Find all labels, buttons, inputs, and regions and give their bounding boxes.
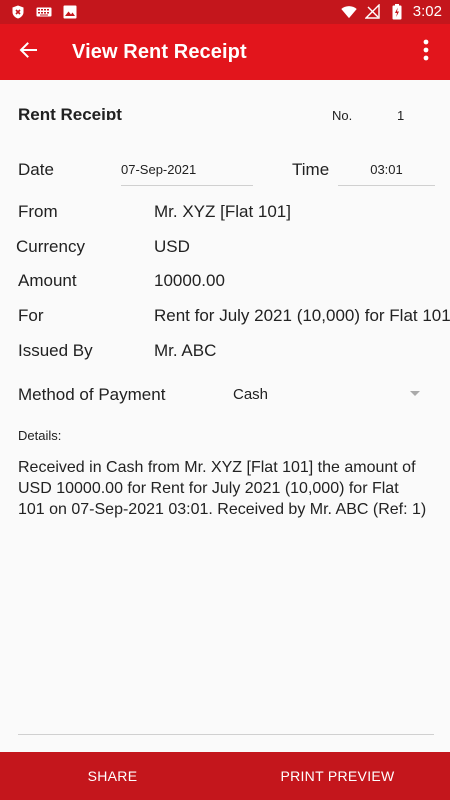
receipt-no-label: No.	[332, 108, 353, 123]
time-label: Time	[292, 160, 330, 179]
status-time: 3:02	[412, 3, 442, 20]
time-field[interactable]: 03:01	[338, 162, 435, 186]
date-label: Date	[18, 160, 54, 179]
payment-method-dropdown[interactable]: Cash	[233, 386, 268, 403]
issued-by-value: Mr. ABC	[154, 341, 217, 360]
details-text: Received in Cash from Mr. XYZ [Flat 101]…	[18, 459, 427, 518]
date-field[interactable]: 07-Sep-2021	[121, 162, 253, 186]
share-button[interactable]: SHARE	[0, 752, 225, 800]
no-signal-icon	[365, 4, 381, 20]
back-button[interactable]	[12, 36, 44, 68]
wifi-icon	[341, 4, 357, 20]
keyboard-icon	[36, 4, 52, 20]
more-vert-icon	[423, 39, 429, 66]
overflow-menu-button[interactable]	[414, 36, 438, 68]
details-label: Details:	[18, 428, 62, 443]
app-bar: View Rent Receipt	[0, 24, 450, 80]
from-value: Mr. XYZ [Flat 101]	[154, 202, 291, 221]
payment-method-label: Method of Payment	[18, 385, 166, 404]
arrow-back-icon	[19, 41, 37, 64]
receipt-content[interactable]: Rent Receipt No. 1 Date 07-Sep-2021 Time…	[0, 80, 450, 752]
issued-by-label: Issued By	[18, 341, 93, 360]
bottom-action-bar: SHARE PRINT PREVIEW	[0, 752, 450, 800]
status-notifications	[10, 4, 78, 20]
status-system: 3:02	[341, 3, 442, 20]
divider	[18, 734, 434, 735]
page-title: View Rent Receipt	[72, 41, 247, 63]
from-label: From	[18, 202, 58, 221]
battery-icon	[389, 3, 405, 20]
status-bar: 3:02	[0, 0, 450, 24]
currency-value: USD	[154, 237, 190, 256]
image-icon	[62, 4, 78, 20]
shield-icon	[10, 4, 26, 20]
amount-label: Amount	[18, 271, 77, 290]
for-value: Rent for July 2021 (10,000) for Flat 101	[154, 306, 450, 325]
receipt-no-value: 1	[397, 108, 405, 123]
receipt-heading: Rent Receipt	[18, 106, 122, 120]
dropdown-arrow-icon[interactable]	[410, 391, 420, 396]
print-preview-button[interactable]: PRINT PREVIEW	[225, 752, 450, 800]
for-label: For	[18, 306, 44, 325]
currency-label: Currency	[16, 237, 85, 256]
amount-value: 10000.00	[154, 271, 225, 290]
